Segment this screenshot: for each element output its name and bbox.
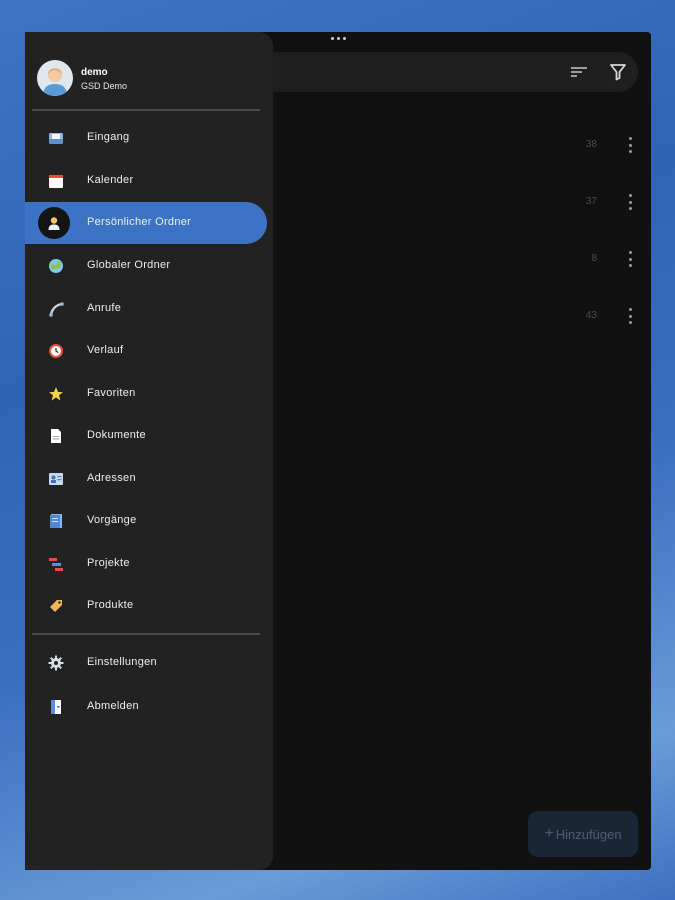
user-profile[interactable]: demo GSD Demo (37, 60, 267, 100)
nav-label: Favoriten (87, 387, 136, 399)
add-button[interactable]: + Hinzufügen (528, 811, 638, 857)
logout-icon (47, 698, 65, 716)
divider (32, 109, 260, 111)
nav-item-verlauf[interactable]: Verlauf (25, 330, 267, 372)
nav-label: Vorgänge (87, 514, 137, 526)
phone-icon (47, 300, 65, 318)
more-options-icon[interactable] (625, 251, 635, 267)
user-name: demo (81, 67, 108, 78)
avatar-icon (37, 60, 73, 96)
globe-icon (47, 257, 65, 275)
nav-label: Projekte (87, 557, 130, 569)
nav-item-einstellungen[interactable]: Einstellungen (25, 642, 267, 684)
nav-item-dokumente[interactable]: Dokumente (25, 415, 267, 457)
list-item[interactable]: 38 (545, 135, 645, 155)
project-icon (47, 555, 65, 573)
list-item[interactable]: 8 (545, 249, 645, 269)
task-icon (47, 512, 65, 530)
nav-item-eingang[interactable]: Eingang (25, 117, 267, 159)
gear-icon (47, 654, 65, 672)
nav-label: Adressen (87, 472, 136, 484)
nav-label: Persönlicher Ordner (87, 216, 192, 228)
item-count: 38 (585, 139, 597, 150)
star-icon (47, 385, 65, 403)
nav-label: Produkte (87, 599, 134, 611)
more-options-icon[interactable] (625, 194, 635, 210)
nav-item-globaler-ordner[interactable]: Globaler Ordner (25, 245, 267, 287)
tag-icon (47, 597, 65, 615)
document-icon (47, 427, 65, 445)
nav-item-produkte[interactable]: Produkte (25, 585, 267, 627)
search-bar[interactable] (225, 52, 638, 92)
nav-item-abmelden[interactable]: Abmelden (25, 686, 267, 728)
item-count: 37 (585, 196, 597, 207)
nav-label: Globaler Ordner (87, 259, 171, 271)
nav-label: Eingang (87, 131, 130, 143)
nav-label: Kalender (87, 174, 134, 186)
list-item[interactable]: 37 (545, 192, 645, 212)
nav-label: Dokumente (87, 429, 146, 441)
window-grabber-icon[interactable] (331, 37, 346, 40)
nav-label: Anrufe (87, 302, 122, 314)
filter-icon[interactable] (606, 60, 630, 84)
nav-item-anrufe[interactable]: Anrufe (25, 288, 267, 330)
personal-folder-icon (38, 207, 70, 239)
navigation-drawer: demo GSD Demo Eingang Kalender Persönlic… (25, 32, 273, 870)
nav-label: Verlauf (87, 344, 124, 356)
nav-item-projekte[interactable]: Projekte (25, 543, 267, 585)
nav-label: Abmelden (87, 700, 139, 712)
divider (32, 633, 260, 635)
more-options-icon[interactable] (625, 137, 635, 153)
nav-item-kalender[interactable]: Kalender (25, 160, 267, 202)
list-item[interactable]: 43 (545, 306, 645, 326)
calendar-icon (47, 172, 65, 190)
add-button-label: Hinzufügen (555, 826, 622, 842)
nav-item-favoriten[interactable]: Favoriten (25, 373, 267, 415)
sort-icon[interactable] (567, 60, 591, 84)
nav-item-vorgaenge[interactable]: Vorgänge (25, 500, 267, 542)
more-options-icon[interactable] (625, 308, 635, 324)
clock-icon (47, 342, 65, 360)
item-count: 8 (591, 253, 597, 264)
nav-label: Einstellungen (87, 656, 157, 668)
address-card-icon (47, 470, 65, 488)
nav-item-adressen[interactable]: Adressen (25, 458, 267, 500)
plus-icon: + (544, 825, 554, 842)
user-company: GSD Demo (81, 81, 128, 91)
inbox-icon (47, 129, 65, 147)
item-count: 43 (585, 310, 597, 321)
nav-item-persoenlicher-ordner[interactable]: Persönlicher Ordner (25, 202, 267, 244)
